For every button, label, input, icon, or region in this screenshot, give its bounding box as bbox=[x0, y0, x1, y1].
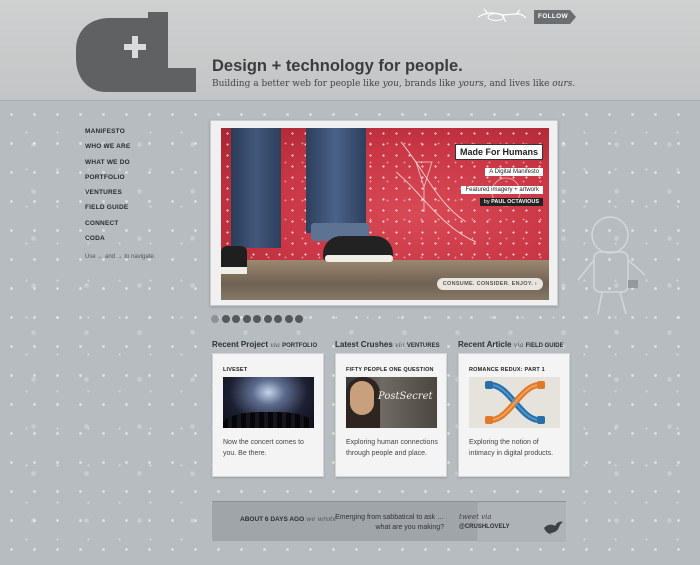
pager-dot[interactable] bbox=[242, 315, 251, 323]
sneaker-left bbox=[221, 246, 247, 274]
hero-title-badge: Made For Humans bbox=[454, 142, 543, 160]
pager-dot[interactable] bbox=[263, 315, 272, 323]
pager-dot[interactable] bbox=[211, 315, 219, 323]
nav-item-coda[interactable]: CODA bbox=[85, 235, 195, 250]
card-description: Now the concert comes to you. Be there. bbox=[223, 439, 304, 457]
jeans-left bbox=[231, 128, 281, 248]
hero-credit-badge: by PAUL OCTAVIOUS bbox=[479, 190, 543, 208]
concert-photo[interactable] bbox=[223, 377, 314, 428]
postsecret-text: PostSecret bbox=[378, 391, 433, 402]
bird-icon[interactable] bbox=[542, 518, 564, 536]
card-title[interactable]: ROMANCE REDUX: PART 1 bbox=[469, 367, 545, 373]
card-recent-article[interactable]: ROMANCE REDUX: PART 1 Exploring the noti… bbox=[458, 353, 570, 477]
diver-sketch-icon bbox=[477, 8, 527, 23]
tweet-via-label: tweet via bbox=[459, 513, 492, 521]
nav-item-who-we-are[interactable]: WHO WE ARE bbox=[85, 143, 195, 158]
tweet-bar: ABOUT 6 DAYS AGO we wrote Emerging from … bbox=[212, 501, 566, 542]
card-recent-project[interactable]: LIVESET Now the concert comes to you. Be… bbox=[212, 353, 324, 477]
postsecret-photo[interactable]: PostSecret bbox=[346, 377, 437, 428]
nav-item-what-we-do[interactable]: WHAT WE DO bbox=[85, 159, 195, 174]
card-title[interactable]: FIFTY PEOPLE ONE QUESTION bbox=[346, 367, 434, 373]
hero-slideshow[interactable]: Made For Humans A Digital Manifesto Feat… bbox=[210, 120, 558, 306]
nav-item-field-guide[interactable]: FIELD GUIDE bbox=[85, 204, 195, 219]
follow-button[interactable]: FOLLOW bbox=[534, 10, 576, 24]
hero-cta-button[interactable]: CONSUME. CONSIDER. ENJOY. › bbox=[436, 278, 543, 290]
astronaut-sketch-icon bbox=[577, 216, 646, 315]
tweet-timestamp[interactable]: ABOUT 6 DAYS AGO we wrote bbox=[240, 515, 337, 523]
pager-dot[interactable] bbox=[284, 315, 293, 323]
nav-item-manifesto[interactable]: MANIFESTO bbox=[85, 128, 195, 143]
pager-dot[interactable] bbox=[274, 315, 282, 323]
card-description: Exploring human connections through peop… bbox=[346, 439, 438, 457]
pager-dot[interactable] bbox=[232, 315, 240, 323]
card-heading-portfolio: Recent Project via PORTFOLIO bbox=[212, 340, 318, 349]
nav-item-portfolio[interactable]: PORTFOLIO bbox=[85, 174, 195, 189]
nav-item-connect[interactable]: CONNECT bbox=[85, 220, 195, 235]
pager-dot[interactable] bbox=[295, 315, 303, 323]
page-title: Design + technology for people. bbox=[212, 57, 463, 75]
card-heading-ventures: Latest Crushes via VENTURES bbox=[335, 340, 440, 349]
card-heading-field-guide: Recent Article via FIELD GUIDE bbox=[458, 340, 564, 349]
tagline: Building a better web for people like yo… bbox=[212, 79, 576, 89]
twitter-handle-link[interactable]: @CRUSHLOVELY bbox=[459, 524, 510, 530]
card-latest-crushes[interactable]: FIFTY PEOPLE ONE QUESTION PostSecret Exp… bbox=[335, 353, 447, 477]
portrait-face bbox=[350, 381, 374, 415]
side-nav: MANIFESTO WHO WE ARE WHAT WE DO PORTFOLI… bbox=[85, 128, 195, 260]
sneaker-right bbox=[323, 236, 393, 262]
nav-item-ventures[interactable]: VENTURES bbox=[85, 189, 195, 204]
tweet-text: Emerging from sabbatical to ask … what a… bbox=[335, 514, 444, 531]
dna-helix-illustration[interactable] bbox=[469, 377, 560, 428]
card-description: Exploring the notion of intimacy in digi… bbox=[469, 439, 554, 457]
card-title[interactable]: LIVESET bbox=[223, 367, 247, 373]
hero-image[interactable]: Made For Humans A Digital Manifesto Feat… bbox=[221, 128, 549, 300]
dna-helix-icon bbox=[485, 381, 545, 424]
hero-subtitle-badge: A Digital Manifesto bbox=[485, 160, 543, 178]
slideshow-pager bbox=[211, 315, 303, 324]
logo[interactable] bbox=[76, 12, 196, 92]
nav-hint: Use ← and → to navigate. bbox=[85, 254, 156, 261]
jeans-right bbox=[306, 128, 366, 233]
pager-dot[interactable] bbox=[253, 315, 261, 323]
follow-area: FOLLOW bbox=[476, 8, 576, 28]
pager-dot[interactable] bbox=[221, 315, 230, 323]
